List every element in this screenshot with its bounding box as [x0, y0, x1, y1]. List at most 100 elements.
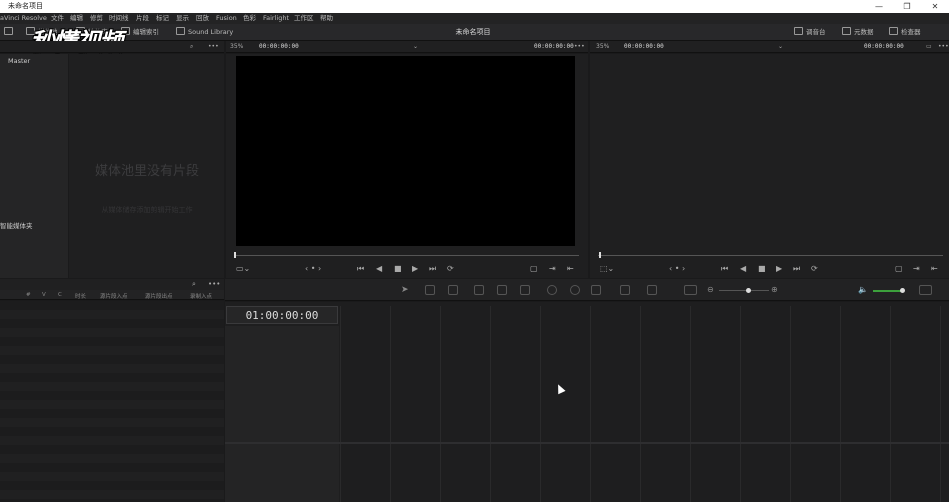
options-icon[interactable]: ••• [208, 43, 219, 50]
inspector-tab[interactable]: 检查器 [889, 27, 921, 38]
mark-out-icon[interactable]: ⇤ [567, 264, 574, 274]
play-icon[interactable]: ▶ [776, 264, 782, 274]
insert-icon[interactable] [474, 285, 484, 295]
ruler-line [940, 306, 941, 502]
metadata-tab[interactable]: 元数据 [842, 27, 874, 38]
source-timecode-right: 00:00:00:00 [534, 43, 574, 50]
stop-icon[interactable]: ■ [758, 264, 766, 274]
timeline-zoom-slider[interactable] [719, 290, 769, 291]
marker-icon[interactable] [647, 285, 657, 295]
mark-out-icon[interactable]: ⇤ [931, 264, 938, 274]
source-options-icon[interactable]: ••• [574, 43, 585, 50]
go-to-end-icon[interactable]: ⏭ [429, 264, 436, 274]
close-button[interactable]: ✕ [921, 0, 949, 13]
timeline-jog-icon[interactable]: ‹ • › [669, 264, 685, 274]
go-to-start-icon[interactable]: ⏮ [357, 264, 364, 274]
mark-in-icon[interactable]: ⇥ [549, 264, 556, 274]
menu-view[interactable]: 显示 [176, 13, 189, 24]
col-color[interactable]: C [58, 292, 62, 298]
snapping-icon[interactable] [547, 285, 557, 295]
loop-icon[interactable]: ⟳ [811, 264, 818, 274]
timeline-ruler-grid[interactable] [340, 306, 949, 502]
audio-meter-icon[interactable] [919, 285, 932, 295]
timeline-viewer-panel[interactable] [590, 54, 949, 278]
search-icon[interactable]: ⌕ [192, 280, 196, 289]
source-zoom[interactable]: 35% [230, 43, 243, 50]
timeline-crop-icon[interactable]: ⬚⌄ [600, 264, 614, 274]
lock-icon[interactable] [591, 285, 601, 295]
go-to-end-icon[interactable]: ⏭ [793, 264, 800, 274]
col-source-out[interactable]: 源片段出点 [145, 292, 173, 300]
volume-slider[interactable] [873, 290, 903, 292]
col-number[interactable]: # [26, 292, 31, 298]
bin-master[interactable]: Master [8, 57, 30, 65]
col-video[interactable]: V [42, 292, 46, 298]
edit-index-list[interactable] [0, 301, 224, 502]
go-to-start-icon[interactable]: ⏮ [721, 264, 728, 274]
col-source-in[interactable]: 源片段入点 [100, 292, 128, 300]
source-playhead[interactable] [234, 252, 236, 258]
inspector-icon [889, 27, 898, 35]
edit-index-tab[interactable]: 编辑索引 [121, 27, 159, 38]
timeline-playhead[interactable] [599, 252, 601, 258]
overwrite-icon[interactable] [497, 285, 507, 295]
search-icon[interactable]: ⌕ [190, 43, 193, 51]
menu-color[interactable]: 色彩 [243, 13, 256, 24]
selection-tool-icon[interactable]: ➤ [401, 285, 411, 295]
source-scrubber[interactable] [234, 255, 579, 256]
sound-library-tab[interactable]: Sound Library [176, 27, 233, 38]
volume-icon[interactable]: 🔈 [858, 285, 868, 294]
list-icon [121, 27, 130, 35]
monitor-icon[interactable] [4, 27, 16, 38]
menu-clip[interactable]: 片段 [136, 13, 149, 24]
minimize-button[interactable]: — [865, 0, 893, 13]
zoom-out-icon[interactable]: ⊖ [707, 285, 714, 294]
col-record-in[interactable]: 录制入点 [190, 292, 212, 300]
timeline-options-icon[interactable]: ••• [938, 43, 949, 50]
trim-tool-icon[interactable] [425, 285, 435, 295]
source-clip-view-icon[interactable]: ▭⌄ [236, 264, 250, 274]
blade-tool-icon[interactable] [448, 285, 458, 295]
chevron-down-icon[interactable]: ⌄ [778, 43, 783, 50]
timeline-view-icon[interactable] [684, 285, 697, 295]
mark-in-icon[interactable]: ⇥ [913, 264, 920, 274]
mixer-tab[interactable]: 调音台 [794, 27, 826, 38]
stop-icon[interactable]: ■ [394, 264, 402, 274]
timeline-zoom[interactable]: 35% [596, 43, 609, 50]
menu-playback[interactable]: 回放 [196, 13, 209, 24]
options-icon[interactable]: ••• [208, 280, 220, 288]
col-duration[interactable]: 时长 [75, 292, 86, 300]
replace-icon[interactable] [520, 285, 530, 295]
timeline-viewer-header: 35% 00:00:00:00 ⌄ 00:00:00:00 ▭ ••• [590, 41, 949, 53]
menu-mark[interactable]: 标记 [156, 13, 169, 24]
zoom-slider-knob[interactable] [746, 288, 751, 293]
ruler-line [340, 306, 341, 502]
source-jog-icon[interactable]: ‹ • › [305, 264, 321, 274]
menu-fusion[interactable]: Fusion [216, 13, 237, 24]
menu-help[interactable]: 帮助 [320, 13, 333, 24]
smart-bins-label[interactable]: 智能媒体夹 [0, 220, 33, 230]
match-frame-icon[interactable]: ▢ [530, 264, 538, 274]
media-pool-header: ⌕ ••• [0, 41, 224, 53]
ruler-line [490, 306, 491, 502]
loop-icon[interactable]: ⟳ [447, 264, 454, 274]
timeline-scrubber[interactable] [598, 255, 943, 256]
flag-icon[interactable] [620, 285, 630, 295]
zoom-in-icon[interactable]: ⊕ [771, 285, 778, 294]
maximize-button[interactable]: ❐ [893, 0, 921, 13]
play-reverse-icon[interactable]: ◀ [376, 264, 382, 274]
source-viewer-canvas[interactable] [236, 56, 575, 246]
link-icon[interactable] [570, 285, 580, 295]
menu-fairlight[interactable]: Fairlight [263, 13, 289, 24]
play-reverse-icon[interactable]: ◀ [740, 264, 746, 274]
ruler-line [790, 306, 791, 502]
timeline-timecode[interactable]: 01:00:00:00 [226, 306, 338, 324]
chevron-down-icon[interactable]: ⌄ [413, 43, 418, 50]
match-frame-icon[interactable]: ▢ [895, 264, 903, 274]
edit-index-header: ⌕ ••• [0, 279, 224, 290]
volume-knob[interactable] [900, 288, 905, 293]
viewer-mode-icon[interactable]: ▭ [926, 43, 932, 50]
ruler-line [540, 306, 541, 502]
play-icon[interactable]: ▶ [412, 264, 418, 274]
menu-workspace[interactable]: 工作区 [294, 13, 314, 24]
